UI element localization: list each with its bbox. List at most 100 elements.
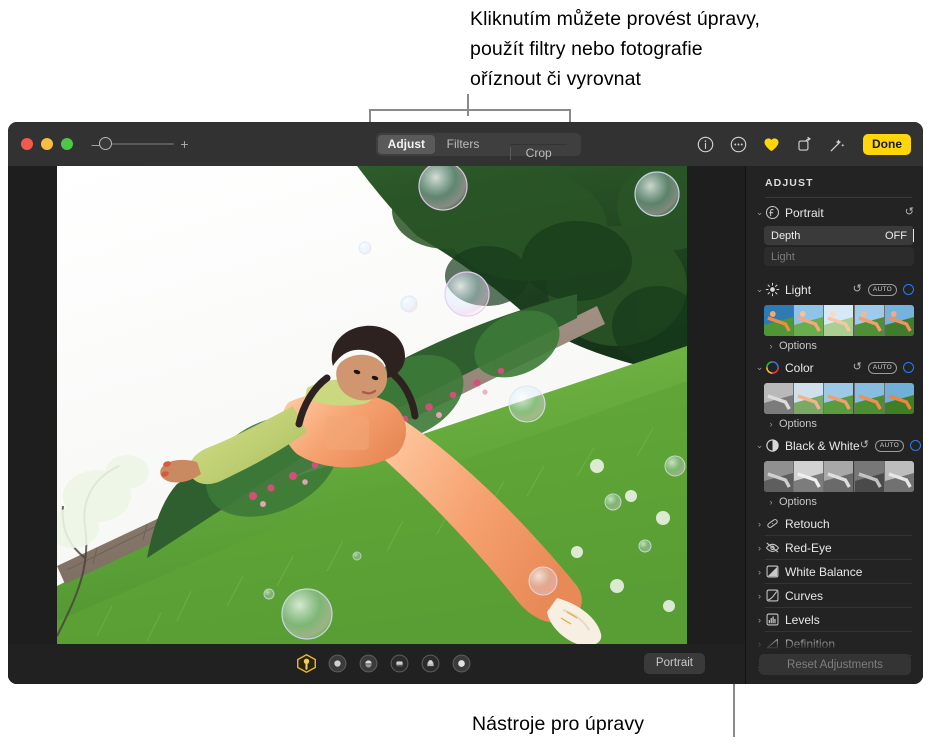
- section-black-and-white[interactable]: ⌄ Black & White ↺ AUTO: [746, 434, 923, 457]
- thumbnail[interactable]: [824, 305, 855, 336]
- chevron-right-icon[interactable]: ›: [766, 419, 776, 429]
- section-tools[interactable]: ↺ AUTO: [860, 439, 922, 452]
- zoom-window-button[interactable]: [61, 138, 73, 150]
- section-label: Black & White: [785, 438, 860, 453]
- thumbnail[interactable]: [854, 305, 885, 336]
- thumbnail[interactable]: [854, 383, 885, 414]
- traffic-lights[interactable]: [21, 138, 73, 150]
- bw-variation-thumbnails[interactable]: [764, 461, 914, 492]
- chevron-right-icon[interactable]: ›: [754, 519, 765, 529]
- zoom-slider-track[interactable]: [99, 137, 174, 150]
- done-button[interactable]: Done: [863, 133, 911, 155]
- portrait-light-field[interactable]: Light: [764, 247, 914, 266]
- auto-button[interactable]: AUTO: [867, 283, 897, 296]
- info-icon[interactable]: [696, 135, 715, 154]
- close-window-button[interactable]: [21, 138, 33, 150]
- bw-options-row[interactable]: › Options: [746, 492, 923, 512]
- adjust-panel-scroll[interactable]: ⌄ Portrait ↺ Depth OFF Light ⌄ Light ↺ A…: [746, 194, 923, 675]
- section-label: Curves: [785, 588, 824, 603]
- lighting-effects-bar: Portrait: [8, 644, 745, 684]
- section-color[interactable]: ⌄ Color ↺ AUTO: [746, 356, 923, 379]
- portrait-depth-field[interactable]: Depth OFF: [764, 226, 914, 245]
- rotate-icon[interactable]: [795, 135, 814, 154]
- tab-adjust[interactable]: Adjust: [378, 135, 435, 154]
- zoom-slider-knob[interactable]: [99, 137, 112, 150]
- reset-icon[interactable]: ↺: [905, 207, 914, 218]
- lighting-contour-light-icon[interactable]: [358, 653, 379, 674]
- section-white-balance[interactable]: › White Balance: [746, 560, 923, 583]
- minimize-window-button[interactable]: [41, 138, 53, 150]
- chevron-down-icon[interactable]: ⌄: [754, 284, 765, 295]
- zoom-slider-control[interactable]: – +: [91, 137, 189, 151]
- section-toggle-circle[interactable]: [903, 284, 914, 295]
- lighting-stage-light-mono-icon[interactable]: [420, 653, 441, 674]
- chevron-right-icon[interactable]: ›: [766, 497, 776, 507]
- auto-button[interactable]: AUTO: [874, 439, 905, 452]
- thumbnail[interactable]: [764, 305, 795, 336]
- edited-photo[interactable]: [57, 166, 687, 644]
- section-tools[interactable]: ↺ AUTO: [853, 361, 914, 374]
- thumbnail[interactable]: [764, 383, 795, 414]
- light-options-row[interactable]: › Options: [746, 336, 923, 356]
- thumbnail[interactable]: [824, 383, 855, 414]
- lighting-high-key-light-mono-icon[interactable]: [451, 653, 472, 674]
- light-variation-thumbnails[interactable]: [764, 305, 914, 336]
- thumbnail[interactable]: [824, 461, 855, 492]
- panel-scroll-fade: [746, 636, 923, 650]
- section-curves[interactable]: › Curves: [746, 584, 923, 607]
- screenshot-root: Kliknutím můžete provést úpravy, použít …: [0, 0, 931, 747]
- chevron-down-icon[interactable]: ⌄: [754, 207, 765, 218]
- options-label: Options: [779, 340, 817, 352]
- favorite-heart-icon[interactable]: [762, 135, 781, 154]
- sun-icon: [765, 282, 780, 297]
- section-toggle-circle[interactable]: [910, 440, 922, 451]
- portrait-lighting-strip[interactable]: [296, 653, 472, 674]
- chevron-right-icon[interactable]: ›: [754, 591, 765, 601]
- thumbnail[interactable]: [764, 461, 795, 492]
- color-variation-thumbnails[interactable]: [764, 383, 914, 414]
- thumbnail[interactable]: [794, 305, 825, 336]
- more-options-icon[interactable]: [729, 135, 748, 154]
- reset-icon[interactable]: ↺: [853, 362, 862, 373]
- lighting-studio-light-icon[interactable]: [327, 653, 348, 674]
- chevron-right-icon[interactable]: ›: [754, 567, 765, 577]
- section-label: Color: [785, 360, 814, 375]
- auto-enhance-wand-icon[interactable]: [828, 135, 847, 154]
- chevron-right-icon[interactable]: ›: [754, 615, 765, 625]
- thumbnail[interactable]: [794, 461, 825, 492]
- auto-button[interactable]: AUTO: [867, 361, 897, 374]
- reset-icon[interactable]: ↺: [860, 440, 869, 451]
- section-levels[interactable]: › Levels: [746, 608, 923, 631]
- section-light[interactable]: ⌄ Light ↺ AUTO: [746, 278, 923, 301]
- lighting-natural-light-icon[interactable]: [296, 653, 317, 674]
- thumbnail[interactable]: [884, 461, 914, 492]
- section-retouch[interactable]: › Retouch: [746, 512, 923, 535]
- tab-crop[interactable]: Crop: [510, 144, 568, 160]
- reset-icon[interactable]: ↺: [853, 284, 862, 295]
- reset-adjustments-button[interactable]: Reset Adjustments: [759, 654, 911, 675]
- portrait-mode-badge[interactable]: Portrait: [643, 653, 705, 674]
- zoom-in-icon[interactable]: +: [180, 137, 189, 151]
- thumbnail[interactable]: [884, 383, 914, 414]
- thumbnail[interactable]: [854, 461, 885, 492]
- section-toggle-circle[interactable]: [903, 362, 914, 373]
- edit-mode-segmented-control[interactable]: Adjust Filters Crop: [376, 133, 581, 160]
- section-tools[interactable]: ↺ AUTO: [853, 283, 914, 296]
- section-tools[interactable]: ↺: [905, 207, 914, 218]
- reset-adjustments-wrap: Reset Adjustments: [746, 654, 923, 675]
- top-callout-bracket: [369, 109, 571, 111]
- chevron-down-icon[interactable]: ⌄: [754, 362, 765, 373]
- thumbnail[interactable]: [794, 383, 825, 414]
- section-label: Retouch: [785, 516, 830, 531]
- photo-canvas[interactable]: Portrait: [8, 166, 745, 684]
- section-red-eye[interactable]: › Red-Eye: [746, 536, 923, 559]
- section-label: White Balance: [785, 564, 863, 579]
- chevron-right-icon[interactable]: ›: [766, 341, 776, 351]
- section-portrait[interactable]: ⌄ Portrait ↺: [746, 201, 923, 224]
- thumbnail[interactable]: [884, 305, 914, 336]
- chevron-down-icon[interactable]: ⌄: [754, 440, 765, 451]
- tab-filters[interactable]: Filters: [435, 135, 492, 154]
- chevron-right-icon[interactable]: ›: [754, 543, 765, 553]
- color-options-row[interactable]: › Options: [746, 414, 923, 434]
- lighting-stage-light-icon[interactable]: [389, 653, 410, 674]
